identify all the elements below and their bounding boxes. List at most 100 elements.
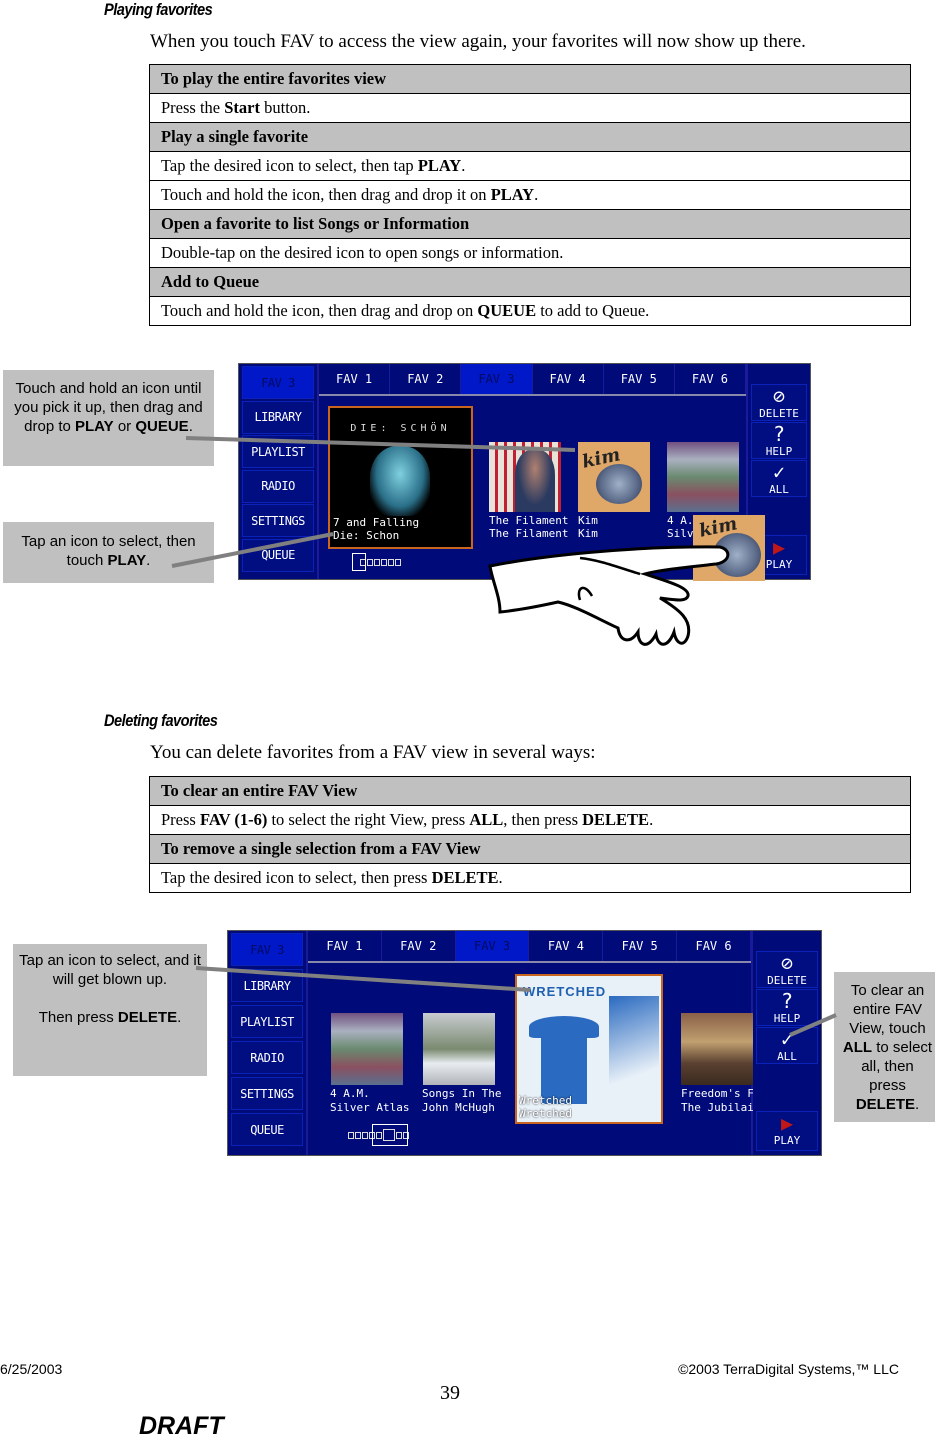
album-title: 7 and Falling [333, 516, 420, 529]
album-cover-title: WRETCHED [523, 984, 607, 999]
tab-fav-4[interactable]: FAV 4 [533, 364, 604, 394]
album-art-bowl [596, 464, 642, 504]
instructions-table-deleting: To clear an entire FAV View Press FAV (1-… [149, 776, 911, 893]
table-cell: Press the Start button. [149, 93, 911, 123]
sidebar-item-settings[interactable]: SETTINGS [242, 504, 314, 537]
help-button[interactable]: ? HELP [756, 989, 818, 1026]
page-indicator[interactable] [348, 1124, 409, 1146]
cell-text: Press the [161, 98, 225, 117]
jukebox-screen-delete: FAV 3 LIBRARY PLAYLIST RADIO SETTINGS QUEUE F… [227, 930, 822, 1156]
table-row: Press FAV (1-6) to select the right View… [149, 805, 911, 835]
callout-text: to select all, then press [861, 1039, 933, 1094]
tab-fav-6[interactable]: FAV 6 [677, 931, 751, 961]
checkmark-icon: ✓ [780, 1027, 794, 1051]
album-title: Wretched [519, 1094, 572, 1107]
delete-button[interactable]: ⊘ DELETE [751, 384, 807, 421]
album-cover-kim[interactable]: kim [578, 442, 650, 512]
cell-text: Play a single favorite [161, 127, 309, 146]
tab-fav-3[interactable]: FAV 3 [461, 364, 533, 394]
sidebar-item-radio[interactable]: RADIO [242, 469, 314, 503]
table-header-row: To remove a single selection from a FAV … [149, 834, 911, 864]
tab-fav-4[interactable]: FAV 4 [529, 931, 604, 961]
cell-text: to add to Queue. [536, 301, 650, 320]
table-row: Touch and hold the icon, then drag and d… [149, 180, 911, 210]
table-cell: Add to Queue [149, 267, 911, 297]
callout-text: . [915, 1096, 920, 1113]
callout-tap-select-delete: Tap an icon to select, and it will get b… [13, 944, 207, 1076]
section-heading-playing-favorites: Playing favorites [104, 0, 213, 19]
delete-label: DELETE [767, 974, 807, 987]
table-cell: Open a favorite to list Songs or Informa… [149, 209, 911, 239]
sidebar-item-fav-active[interactable]: FAV 3 [231, 933, 303, 966]
fav-tabs: FAV 1 FAV 2 FAV 3 FAV 4 FAV 5 FAV 6 [308, 931, 751, 963]
question-icon: ? [772, 422, 786, 446]
cell-text: , then press [503, 810, 583, 829]
callout-text: or [113, 418, 136, 435]
album-tile-selected[interactable]: DIE: SCHÖN 7 and Falling Die: Schon [328, 406, 473, 549]
sidebar-item-playlist[interactable]: PLAYLIST [231, 1005, 303, 1038]
footer-copyright: ©2003 TerraDigital Systems,™ LLC [678, 1361, 899, 1377]
table-cell: Touch and hold the icon, then drag and d… [149, 296, 911, 326]
album-title: 4 A.M. [667, 514, 693, 527]
album-title: Kim [578, 514, 598, 527]
tab-fav-1[interactable]: FAV 1 [308, 931, 382, 961]
table-header-row: Open a favorite to list Songs or Informa… [149, 209, 911, 239]
all-button[interactable]: ✓ ALL [756, 1027, 818, 1064]
album-cover-4am[interactable] [331, 1013, 403, 1085]
tab-fav-6[interactable]: FAV 6 [675, 364, 747, 394]
question-icon: ? [780, 989, 794, 1013]
tab-fav-3[interactable]: FAV 3 [455, 931, 530, 961]
tab-fav-2[interactable]: FAV 2 [382, 931, 456, 961]
cell-text: . [649, 810, 654, 829]
play-button[interactable]: ▶ PLAY [756, 1111, 818, 1151]
album-tile-selected[interactable]: WRETCHED Wretched Wretched [515, 974, 663, 1124]
table-row: Touch and hold the icon, then drag and d… [149, 296, 911, 326]
sidebar-item-playlist[interactable]: PLAYLIST [242, 435, 314, 468]
sidebar-item-library[interactable]: LIBRARY [231, 969, 303, 1002]
table-row: Double-tap on the desired icon to open s… [149, 238, 911, 268]
intro-playing-favorites: When you touch FAV to access the view ag… [150, 31, 806, 52]
table-cell: Tap the desired icon to select, then tap… [149, 151, 911, 181]
cell-text: button. [260, 98, 311, 117]
help-button[interactable]: ? HELP [751, 422, 807, 459]
album-cover-4am[interactable] [667, 442, 739, 512]
sidebar-item-queue[interactable]: QUEUE [242, 538, 314, 572]
cell-text: To play the entire favorites view [161, 69, 387, 88]
sidebar-item-queue[interactable]: QUEUE [231, 1113, 303, 1146]
tab-fav-5[interactable]: FAV 5 [603, 931, 678, 961]
album-cover-songs-in-the[interactable] [423, 1013, 495, 1085]
sidebar-item-radio[interactable]: RADIO [231, 1041, 303, 1074]
cell-text: Tap the desired icon to select, then tap [161, 156, 418, 175]
album-title: Songs In The [422, 1087, 502, 1100]
page-indicator[interactable] [352, 553, 401, 571]
intro-deleting-favorites: You can delete favorites from a FAV view… [150, 742, 596, 763]
cell-text: To remove a single selection from a FAV … [161, 839, 481, 858]
emphasis-text: DELETE [431, 868, 499, 887]
play-icon: ▶ [780, 1111, 794, 1135]
help-label: HELP [765, 445, 793, 458]
album-artist: The Filament [489, 527, 569, 540]
callout-bold-play: PLAY [107, 552, 147, 569]
cell-text: Add to Queue [161, 272, 260, 291]
callout-bold-queue: QUEUE [135, 418, 189, 435]
album-title: Freedom's Fr [681, 1087, 753, 1100]
sidebar-item-library[interactable]: LIBRARY [242, 400, 314, 434]
all-button[interactable]: ✓ ALL [751, 460, 807, 497]
sidebar-nav: FAV 3 LIBRARY PLAYLIST RADIO SETTINGS QUEUE [228, 931, 308, 1155]
album-cover-the-filament[interactable] [489, 442, 561, 512]
sidebar-item-settings[interactable]: SETTINGS [231, 1077, 303, 1110]
tab-fav-5[interactable]: FAV 5 [604, 364, 675, 394]
delete-button[interactable]: ⊘ DELETE [756, 951, 818, 988]
tab-fav-1[interactable]: FAV 1 [319, 364, 391, 394]
table-cell: Play a single favorite [149, 122, 911, 152]
callout-bold-delete: DELETE [117, 1009, 178, 1026]
sidebar-item-fav-active[interactable]: FAV 3 [242, 366, 314, 399]
pointing-hand-illustration [488, 545, 730, 646]
emphasis-text: QUEUE [477, 301, 537, 320]
album-cover-freedoms[interactable] [681, 1013, 753, 1085]
tab-fav-2[interactable]: FAV 2 [390, 364, 462, 394]
delete-label: DELETE [759, 407, 799, 420]
cell-text: Press [161, 810, 200, 829]
no-entry-icon: ⊘ [772, 384, 786, 408]
table-header-row: To play the entire favorites view [149, 64, 911, 94]
